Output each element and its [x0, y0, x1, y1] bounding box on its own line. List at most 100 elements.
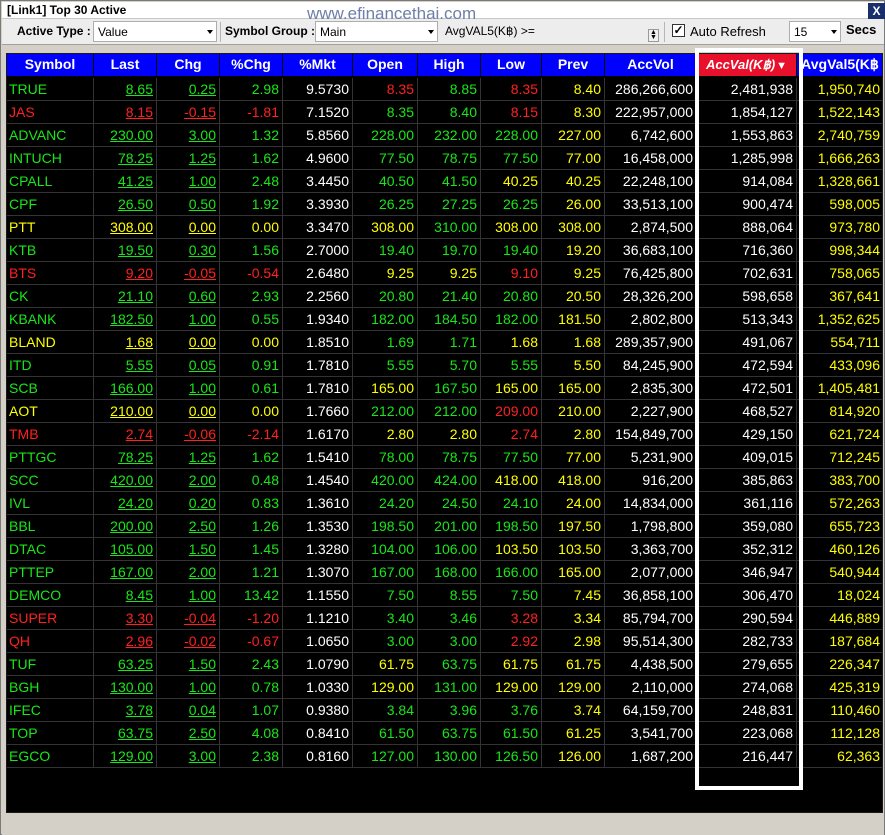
cell-chg[interactable]: 3.00 — [157, 124, 220, 147]
cell-s[interactable]: TUF — [7, 653, 94, 676]
cell-s[interactable]: EGCO — [7, 745, 94, 768]
cell-s[interactable]: PTTGC — [7, 446, 94, 469]
cell-chg[interactable]: 1.00 — [157, 170, 220, 193]
refresh-interval-select[interactable]: 15 — [789, 21, 841, 42]
cell-last[interactable]: 182.50 — [94, 308, 157, 331]
cell-s[interactable]: DEMCO — [7, 584, 94, 607]
column-header-prev[interactable]: Prev — [542, 54, 605, 76]
cell-last[interactable]: 2.96 — [94, 630, 157, 653]
cell-s[interactable]: BTS — [7, 262, 94, 285]
cell-last[interactable]: 2.74 — [94, 423, 157, 446]
cell-last[interactable]: 420.00 — [94, 469, 157, 492]
cell-last[interactable]: 78.25 — [94, 147, 157, 170]
cell-chg[interactable]: 0.04 — [157, 699, 220, 722]
cell-last[interactable]: 19.50 — [94, 239, 157, 262]
cell-chg[interactable]: 0.05 — [157, 354, 220, 377]
cell-chg[interactable]: 0.60 — [157, 285, 220, 308]
cell-last[interactable]: 5.55 — [94, 354, 157, 377]
cell-s[interactable]: KBANK — [7, 308, 94, 331]
cell-chg[interactable]: 1.50 — [157, 538, 220, 561]
cell-chg[interactable]: 0.00 — [157, 331, 220, 354]
cell-s[interactable]: KTB — [7, 239, 94, 262]
cell-s[interactable]: BBL — [7, 515, 94, 538]
cell-chg[interactable]: 1.00 — [157, 676, 220, 699]
cell-chg[interactable]: 1.50 — [157, 653, 220, 676]
cell-s[interactable]: SCC — [7, 469, 94, 492]
column-header-last[interactable]: Last — [94, 54, 157, 76]
cell-chg[interactable]: 0.20 — [157, 492, 220, 515]
cell-last[interactable]: 26.50 — [94, 193, 157, 216]
cell-s[interactable]: SUPER — [7, 607, 94, 630]
column-header-open[interactable]: Open — [353, 54, 418, 76]
cell-s[interactable]: SCB — [7, 377, 94, 400]
cell-last[interactable]: 166.00 — [94, 377, 157, 400]
cell-last[interactable]: 63.25 — [94, 653, 157, 676]
cell-s[interactable]: TOP — [7, 722, 94, 745]
cell-last[interactable]: 167.00 — [94, 561, 157, 584]
cell-last[interactable]: 308.00 — [94, 216, 157, 239]
cell-chg[interactable]: 2.50 — [157, 722, 220, 745]
cell-last[interactable]: 3.78 — [94, 699, 157, 722]
cell-s[interactable]: CPALL — [7, 170, 94, 193]
cell-chg[interactable]: -0.06 — [157, 423, 220, 446]
cell-last[interactable]: 130.00 — [94, 676, 157, 699]
cell-s[interactable]: CK — [7, 285, 94, 308]
cell-s[interactable]: BGH — [7, 676, 94, 699]
cell-chg[interactable]: 1.00 — [157, 308, 220, 331]
column-header-low[interactable]: Low — [481, 54, 542, 76]
cell-last[interactable]: 9.20 — [94, 262, 157, 285]
cell-s[interactable]: QH — [7, 630, 94, 653]
auto-refresh-checkbox[interactable]: ✓ — [672, 24, 685, 37]
cell-last[interactable]: 78.25 — [94, 446, 157, 469]
cell-last[interactable]: 1.68 — [94, 331, 157, 354]
cell-chg[interactable]: 0.50 — [157, 193, 220, 216]
column-header-accvol[interactable]: AccVol — [605, 54, 697, 76]
cell-s[interactable]: JAS — [7, 101, 94, 124]
column-header-accval-k[interactable]: AccVal(K฿)▼ — [697, 54, 797, 76]
column-header-symbol[interactable]: Symbol — [7, 54, 94, 76]
cell-last[interactable]: 24.20 — [94, 492, 157, 515]
cell-chg[interactable]: 0.00 — [157, 216, 220, 239]
cell-s[interactable]: CPF — [7, 193, 94, 216]
close-button[interactable]: X — [868, 3, 885, 19]
cell-last[interactable]: 210.00 — [94, 400, 157, 423]
cell-s[interactable]: TRUE — [7, 78, 94, 101]
cell-s[interactable]: IVL — [7, 492, 94, 515]
cell-last[interactable]: 230.00 — [94, 124, 157, 147]
cell-last[interactable]: 63.75 — [94, 722, 157, 745]
cell-last[interactable]: 3.30 — [94, 607, 157, 630]
column-header-high[interactable]: High — [418, 54, 481, 76]
cell-s[interactable]: PTT — [7, 216, 94, 239]
column-header--mkt[interactable]: %Mkt — [283, 54, 353, 76]
cell-last[interactable]: 21.10 — [94, 285, 157, 308]
cell-last[interactable]: 41.25 — [94, 170, 157, 193]
cell-s[interactable]: BLAND — [7, 331, 94, 354]
cell-chg[interactable]: 1.25 — [157, 446, 220, 469]
cell-chg[interactable]: 2.50 — [157, 515, 220, 538]
cell-chg[interactable]: 1.00 — [157, 377, 220, 400]
column-header-chg[interactable]: Chg — [157, 54, 220, 76]
avgval-condition-input[interactable]: AvgVAL5(K฿) >= — [442, 21, 662, 42]
cell-s[interactable]: ITD — [7, 354, 94, 377]
column-header--chg[interactable]: %Chg — [220, 54, 283, 76]
cell-chg[interactable]: 0.30 — [157, 239, 220, 262]
cell-chg[interactable]: -0.05 — [157, 262, 220, 285]
active-type-select[interactable]: Value — [93, 21, 217, 42]
cell-chg[interactable]: -0.02 — [157, 630, 220, 653]
cell-chg[interactable]: -0.04 — [157, 607, 220, 630]
cell-s[interactable]: TMB — [7, 423, 94, 446]
cell-s[interactable]: IFEC — [7, 699, 94, 722]
cell-s[interactable]: PTTEP — [7, 561, 94, 584]
cell-s[interactable]: AOT — [7, 400, 94, 423]
cell-s[interactable]: INTUCH — [7, 147, 94, 170]
cell-last[interactable]: 129.00 — [94, 745, 157, 768]
cell-chg[interactable]: 0.00 — [157, 400, 220, 423]
condition-spin-button[interactable]: ▲ ▼ — [648, 29, 659, 42]
cell-s[interactable]: ADVANC — [7, 124, 94, 147]
cell-last[interactable]: 105.00 — [94, 538, 157, 561]
cell-last[interactable]: 8.15 — [94, 101, 157, 124]
cell-chg[interactable]: 1.25 — [157, 147, 220, 170]
symbol-group-select[interactable]: Main — [315, 21, 438, 42]
cell-chg[interactable]: 1.00 — [157, 584, 220, 607]
cell-chg[interactable]: -0.15 — [157, 101, 220, 124]
